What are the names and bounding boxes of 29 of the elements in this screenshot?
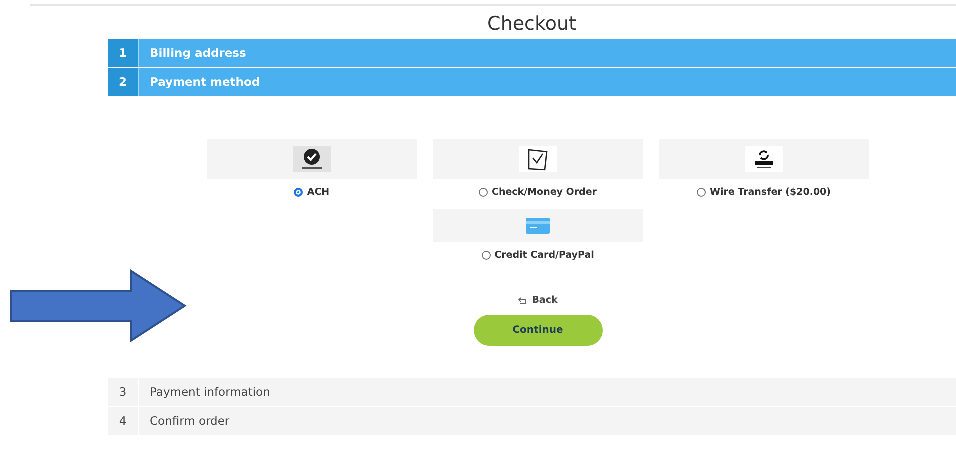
payment-logo-tile[interactable]	[433, 209, 643, 242]
back-link[interactable]: Back	[518, 295, 558, 306]
payment-option-label[interactable]: Wire Transfer ($20.00)	[710, 187, 832, 198]
step-title: Confirm order	[149, 414, 230, 428]
payment-option-label[interactable]: Credit Card/PayPal	[494, 250, 594, 261]
step-title: Payment information	[149, 385, 270, 399]
payment-option-label[interactable]: Check/Money Order	[492, 187, 597, 198]
step-header[interactable]: 3 Payment information	[108, 378, 956, 406]
step-title: Billing address	[149, 46, 246, 60]
payment-option-label[interactable]: ACH	[307, 187, 330, 198]
step-number: 4	[108, 407, 139, 435]
arrow-icon	[9, 269, 187, 343]
continue-button[interactable]: Continue	[474, 315, 602, 346]
payment-logo-tile[interactable]	[659, 139, 869, 179]
step-number: 2	[108, 68, 139, 96]
checkmark-icon	[293, 146, 331, 172]
page-title: Checkout	[486, 12, 578, 37]
step-title: Payment method	[149, 75, 260, 89]
radio-button[interactable]	[479, 188, 488, 197]
radio-button[interactable]	[294, 188, 304, 197]
payment-logo-tile[interactable]	[207, 139, 417, 179]
return-arrow-icon	[518, 296, 528, 304]
credit-card-icon	[526, 218, 550, 234]
radio-button[interactable]	[482, 251, 491, 260]
payment-logo-tile[interactable]	[433, 139, 643, 179]
step-number: 1	[108, 39, 139, 67]
step-header[interactable]: 4 Confirm order	[108, 407, 956, 435]
step-number: 3	[108, 378, 139, 406]
radio-button[interactable]	[696, 188, 706, 197]
